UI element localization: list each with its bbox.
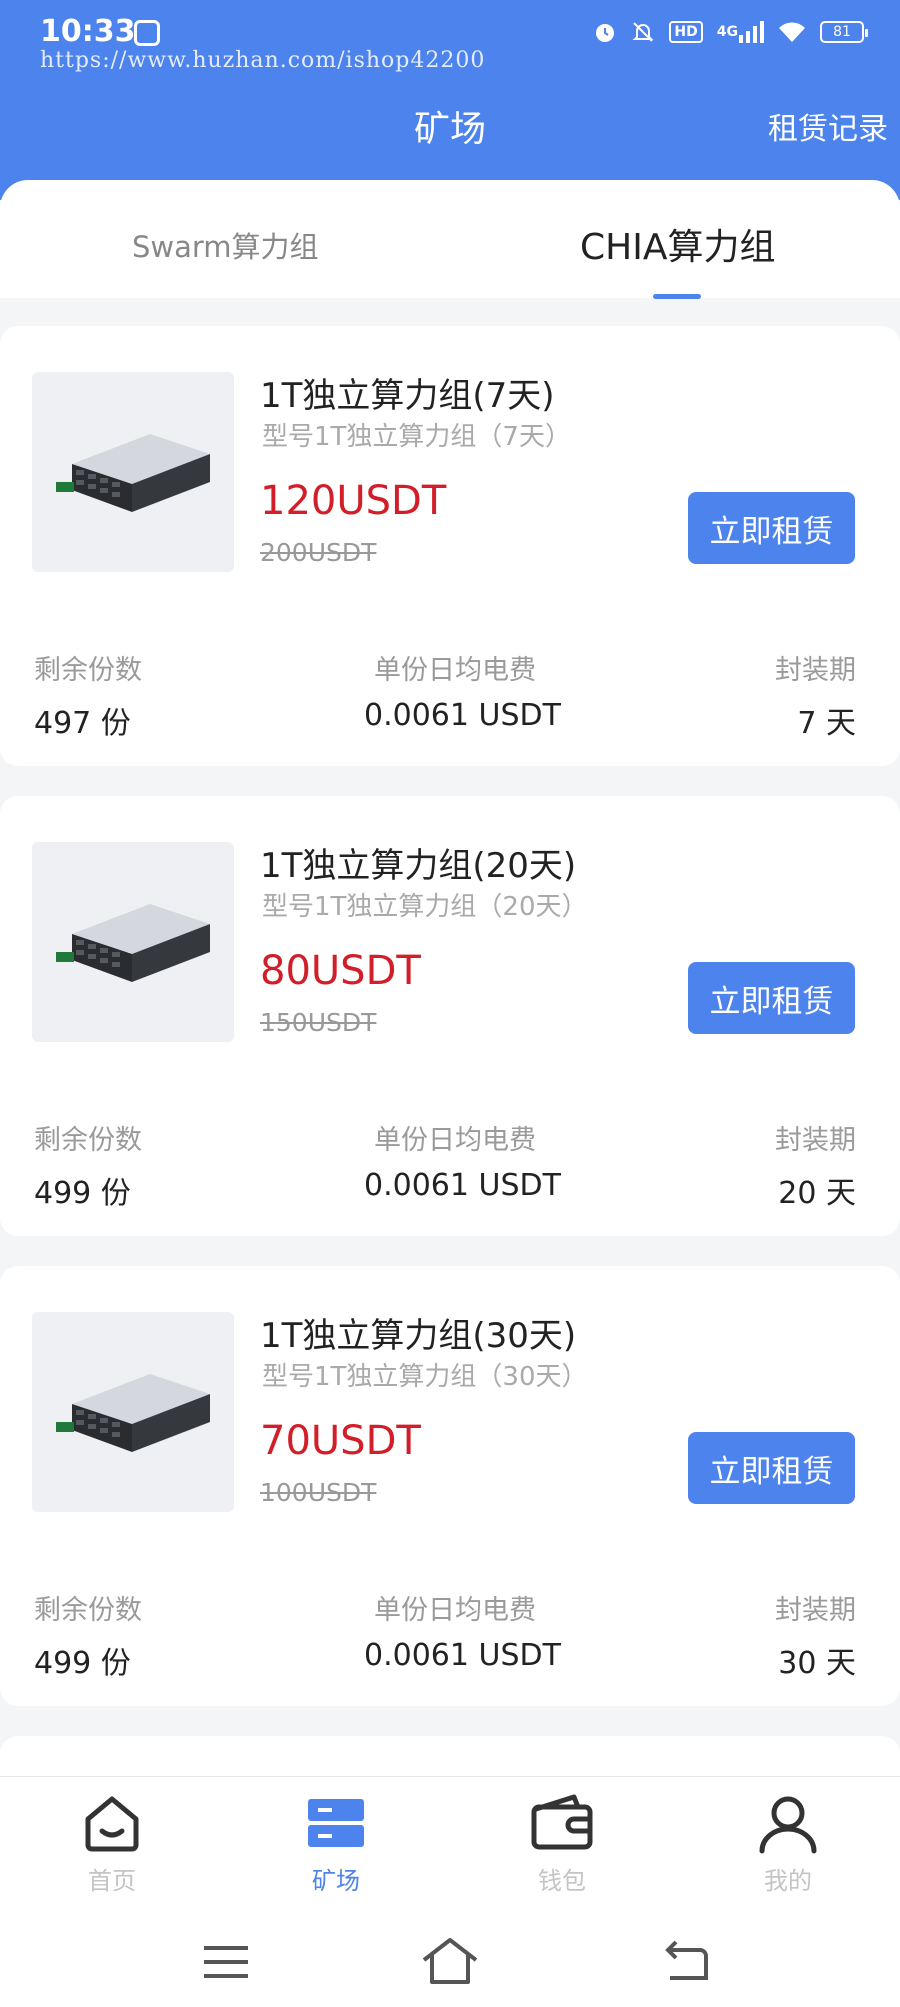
nav-wallet-label: 钱包 <box>538 1867 586 1895</box>
remaining-value: 497 份 <box>34 706 131 741</box>
tab-swarm[interactable]: Swarm算力组 <box>132 224 319 266</box>
nav-mine[interactable]: 矿场 <box>281 1791 391 1896</box>
nav-home[interactable]: 首页 <box>57 1791 167 1896</box>
product-model: 型号1T独立算力组（30天） <box>262 1362 588 1392</box>
server-image <box>32 842 234 1042</box>
daily-fee-label: 单份日均电费 <box>374 655 536 686</box>
nav-wallet[interactable]: 钱包 <box>507 1791 617 1896</box>
daily-fee-value: 0.0061 USDT <box>364 1638 561 1673</box>
lock-period-label: 封装期 <box>775 1125 856 1156</box>
remaining-label: 剩余份数 <box>34 655 142 686</box>
product-original-price: 200USDT <box>260 538 377 567</box>
battery-icon: 81 <box>820 21 868 43</box>
product-card: 1T独立算力组(30天) 型号1T独立算力组（30天） 70USDT 100US… <box>0 1266 900 1706</box>
wifi-icon <box>778 18 806 46</box>
lock-period-label: 封装期 <box>775 655 856 686</box>
back-icon[interactable] <box>656 1932 716 1992</box>
product-price: 70USDT <box>260 1418 421 1464</box>
product-price: 120USDT <box>260 478 447 524</box>
status-time: 10:33 <box>40 14 136 49</box>
product-name: 1T独立算力组(7天) <box>260 376 555 416</box>
product-model: 型号1T独立算力组（7天） <box>262 422 571 452</box>
remaining-value: 499 份 <box>34 1646 131 1681</box>
product-name: 1T独立算力组(30天) <box>260 1316 577 1356</box>
user-icon <box>759 1796 817 1854</box>
active-tab-indicator <box>653 294 701 299</box>
daily-fee-label: 单份日均电费 <box>374 1595 536 1626</box>
battery-level: 81 <box>833 24 851 40</box>
mine-icon <box>308 1799 364 1847</box>
nav-profile[interactable]: 我的 <box>733 1791 843 1896</box>
network-type: 4G <box>716 24 738 40</box>
app-icon <box>134 20 160 46</box>
status-icons: HD 4G 81 <box>593 18 868 46</box>
mute-icon <box>631 18 655 46</box>
hd-icon: HD <box>669 21 703 43</box>
remaining-label: 剩余份数 <box>34 1595 142 1626</box>
bottom-nav: 首页 矿场 钱包 我的 <box>0 1776 900 1916</box>
rent-now-button[interactable]: 立即租赁 <box>688 492 855 564</box>
product-price: 80USDT <box>260 948 421 994</box>
page-title: 矿场 <box>413 109 486 150</box>
home-outline-icon[interactable] <box>420 1932 480 1992</box>
nav-mine-label: 矿场 <box>312 1867 360 1895</box>
rent-now-button[interactable]: 立即租赁 <box>688 962 855 1034</box>
server-image <box>32 1312 234 1512</box>
remaining-label: 剩余份数 <box>34 1125 142 1156</box>
menu-icon[interactable] <box>196 1932 256 1992</box>
server-image <box>32 372 234 572</box>
product-name: 1T独立算力组(20天) <box>260 846 577 886</box>
product-original-price: 150USDT <box>260 1008 377 1037</box>
signal-icon: 4G <box>717 18 764 46</box>
nav-home-label: 首页 <box>88 1867 136 1895</box>
product-card: 1T独立算力组(7天) 型号1T独立算力组（7天） 120USDT 200USD… <box>0 326 900 766</box>
watermark-url: https://www.huzhan.com/ishop42200 <box>40 48 486 73</box>
daily-fee-label: 单份日均电费 <box>374 1125 536 1156</box>
product-original-price: 100USDT <box>260 1478 377 1507</box>
lock-period-value: 7 天 <box>797 706 856 741</box>
daily-fee-value: 0.0061 USDT <box>364 1168 561 1203</box>
lock-period-value: 20 天 <box>778 1176 856 1211</box>
category-tabs: Swarm算力组 CHIA算力组 <box>0 180 900 299</box>
lock-period-value: 30 天 <box>778 1646 856 1681</box>
tab-chia[interactable]: CHIA算力组 <box>580 218 775 270</box>
alarm-icon <box>593 18 617 46</box>
wallet-icon <box>531 1794 593 1850</box>
product-model: 型号1T独立算力组（20天） <box>262 892 588 922</box>
daily-fee-value: 0.0061 USDT <box>364 698 561 733</box>
lock-period-label: 封装期 <box>775 1595 856 1626</box>
nav-profile-label: 我的 <box>764 1867 812 1895</box>
product-card: 1T独立算力组(20天) 型号1T独立算力组（20天） 80USDT 150US… <box>0 796 900 1236</box>
system-nav-bar <box>0 1916 900 2007</box>
app-header: 10:33 HD 4G 81 https://www.huzhan.com/is… <box>0 0 900 200</box>
rent-now-button[interactable]: 立即租赁 <box>688 1432 855 1504</box>
rental-record-link[interactable]: 租赁记录 <box>768 104 888 148</box>
home-icon <box>85 1796 139 1852</box>
remaining-value: 499 份 <box>34 1176 131 1211</box>
